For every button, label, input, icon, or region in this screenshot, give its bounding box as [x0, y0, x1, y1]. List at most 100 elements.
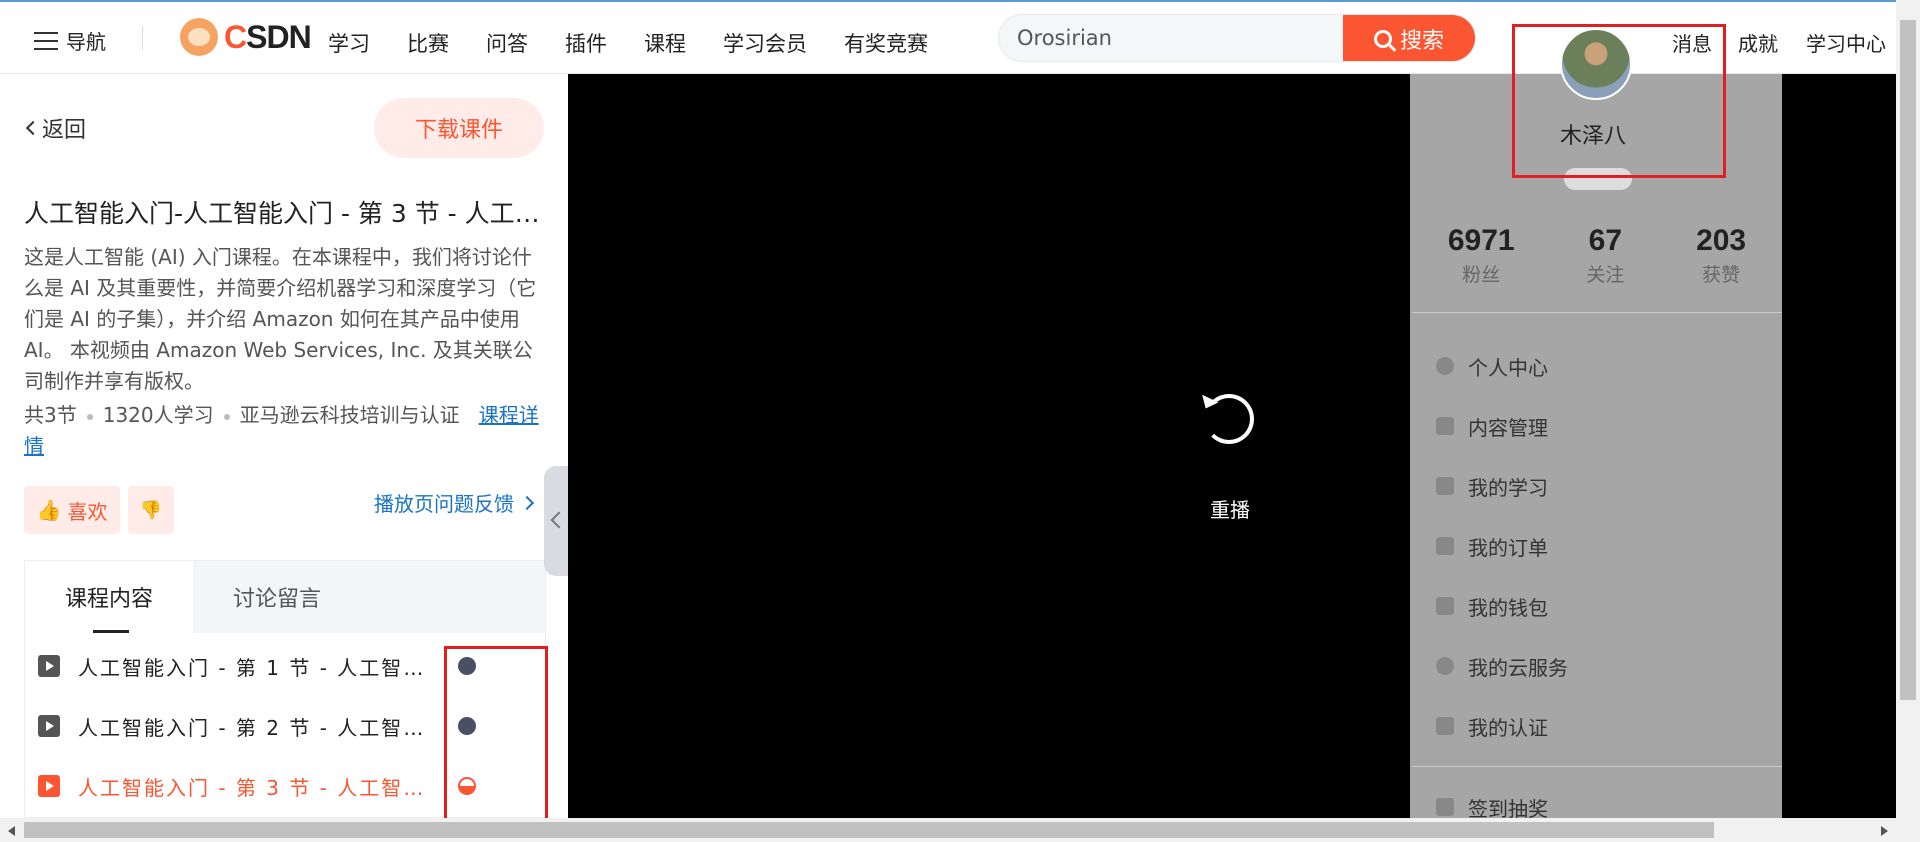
back-button[interactable]: 返回: [25, 112, 87, 144]
menu-item-label: 内容管理: [1468, 415, 1548, 440]
main-nav: 学习 比赛 问答 插件 课程 学习会员 有奖竞赛: [328, 28, 965, 58]
menu-item-label: 我的订单: [1468, 535, 1548, 560]
search-icon: [1373, 30, 1392, 48]
highlight-box-user: [1512, 24, 1726, 178]
menu-item-label: 我的云服务: [1468, 655, 1568, 680]
gift-icon: [1436, 798, 1454, 816]
achievements-link[interactable]: 成就: [1738, 28, 1778, 57]
csdn-logo[interactable]: CSDN: [180, 18, 312, 56]
shield-check-icon: [1436, 717, 1454, 735]
wallet-icon: [1436, 597, 1454, 615]
sections-count: 共3节: [24, 403, 77, 427]
lesson-item[interactable]: 人工智能入门 - 第 1 节 - 人工智能入门: [38, 646, 508, 686]
stat-label: 粉丝: [1462, 264, 1501, 286]
order-list-icon: [1436, 537, 1454, 555]
learning-center-link[interactable]: 学习中心: [1806, 28, 1886, 57]
scrollbar-thumb[interactable]: [1900, 20, 1916, 700]
divider: [1412, 312, 1782, 313]
feedback-link[interactable]: 播放页问题反馈: [374, 488, 535, 517]
thumbs-up-icon: 👍: [36, 498, 62, 522]
nav-link-prize-contest[interactable]: 有奖竞赛: [844, 28, 928, 58]
monkey-logo-icon: [180, 18, 218, 56]
hamburger-icon: [34, 31, 58, 50]
logo-text: CSDN: [224, 18, 312, 55]
vertical-scrollbar[interactable]: [1896, 0, 1920, 818]
lesson-item-current[interactable]: 人工智能入门 - 第 3 节 - 人工智能入门: [38, 766, 508, 806]
download-courseware-button[interactable]: 下载课件: [374, 98, 544, 158]
menu-item-profile[interactable]: 个人中心: [1436, 336, 1806, 396]
search-button[interactable]: 搜索: [1343, 15, 1475, 61]
scrollbar-thumb[interactable]: [24, 822, 1714, 838]
tab-discussion[interactable]: 讨论留言: [193, 561, 361, 633]
chevron-right-icon: [519, 495, 535, 510]
nav-link-qa[interactable]: 问答: [486, 28, 528, 58]
chevron-left-icon: [25, 120, 41, 136]
cloud-services-icon: [1436, 657, 1454, 675]
provider-name: 亚马逊云科技培训与认证: [239, 403, 460, 427]
menu-item-label: 我的认证: [1468, 715, 1548, 740]
graduation-cap-icon: [1436, 477, 1454, 495]
search-bar: 搜索: [998, 14, 1476, 62]
scroll-right-icon[interactable]: [1881, 826, 1888, 836]
video-play-icon: [38, 655, 60, 677]
separator-dot: [86, 413, 93, 420]
lesson-title: 人工智能入门 - 第 3 节 - 人工智能入门: [78, 775, 438, 800]
course-description: 这是人工智能 (AI) 入门课程。在本课程中，我们将讨论什么是 AI 及其重要性…: [24, 245, 537, 393]
stat-label: 获赞: [1702, 264, 1741, 286]
highlight-box-status: [444, 646, 548, 822]
document-icon: [1436, 417, 1454, 435]
thumbs-down-icon: 👎: [139, 499, 163, 521]
stat-fans[interactable]: 6971 粉丝: [1448, 224, 1515, 287]
replay-icon[interactable]: [1204, 394, 1254, 444]
divider: [1412, 766, 1782, 767]
separator-dot: [223, 413, 230, 420]
course-meta: 共3节 1320人学习 亚马逊云科技培训与认证 课程详情: [24, 400, 548, 462]
stat-number: 67: [1588, 224, 1623, 257]
nav-link-study[interactable]: 学习: [328, 28, 370, 58]
user-stats: 6971 粉丝 67 关注 203 获赞: [1412, 224, 1782, 287]
divider: [142, 26, 143, 50]
tab-course-content[interactable]: 课程内容: [25, 561, 193, 633]
nav-link-courses[interactable]: 课程: [644, 28, 686, 58]
back-label: 返回: [42, 118, 87, 143]
learners-count: 1320人学习: [102, 403, 214, 427]
menu-item-label: 个人中心: [1468, 355, 1548, 380]
menu-item-label: 我的学习: [1468, 475, 1548, 500]
lesson-title: 人工智能入门 - 第 2 节 - 人工智能入门: [78, 715, 438, 740]
nav-link-plugins[interactable]: 插件: [565, 28, 607, 58]
nav-menu-label: 导航: [66, 30, 106, 54]
lesson-item[interactable]: 人工智能入门 - 第 2 节 - 人工智能入门: [38, 706, 508, 746]
lesson-title: 人工智能入门 - 第 1 节 - 人工智能入门: [78, 655, 438, 680]
stat-following[interactable]: 67 关注: [1586, 224, 1624, 287]
menu-item-learning[interactable]: 我的学习: [1436, 456, 1806, 516]
like-label: 喜欢: [67, 499, 108, 524]
menu-item-cloud[interactable]: 我的云服务: [1436, 636, 1806, 696]
stat-number: 203: [1696, 224, 1747, 257]
stat-likes[interactable]: 203 获赞: [1696, 224, 1746, 287]
nav-link-contest[interactable]: 比赛: [407, 28, 449, 58]
stat-label: 关注: [1586, 264, 1625, 286]
nav-menu-toggle[interactable]: 导航: [34, 26, 106, 55]
menu-item-wallet[interactable]: 我的钱包: [1436, 576, 1806, 636]
stat-number: 6971: [1447, 224, 1515, 257]
replay-label[interactable]: 重播: [1210, 494, 1250, 523]
horizontal-scrollbar[interactable]: [0, 818, 1920, 842]
video-play-icon: [38, 715, 60, 737]
dislike-button[interactable]: 👎: [128, 486, 174, 534]
nav-link-vip[interactable]: 学习会员: [723, 28, 807, 58]
course-title: 人工智能入门-人工智能入门 - 第 3 节 - 人工智能入门: [24, 199, 546, 228]
collapse-sidebar-handle[interactable]: [544, 466, 568, 576]
like-button[interactable]: 👍 喜欢: [24, 486, 120, 534]
tab-bar: 课程内容 讨论留言: [25, 561, 545, 633]
feedback-label: 播放页问题反馈: [374, 492, 514, 516]
now-playing-icon: [38, 775, 60, 797]
scroll-left-icon[interactable]: [8, 826, 15, 836]
search-button-label: 搜索: [1399, 29, 1444, 54]
user-menu: 个人中心 内容管理 我的学习 我的订单 我的钱包 我的云服务 我的认证 签到抽奖: [1412, 336, 1806, 837]
menu-item-content[interactable]: 内容管理: [1436, 396, 1806, 456]
search-input[interactable]: [1017, 15, 1317, 61]
person-icon: [1436, 357, 1454, 375]
menu-item-orders[interactable]: 我的订单: [1436, 516, 1806, 576]
menu-item-certification[interactable]: 我的认证: [1436, 696, 1806, 756]
menu-item-label: 我的钱包: [1468, 595, 1548, 620]
